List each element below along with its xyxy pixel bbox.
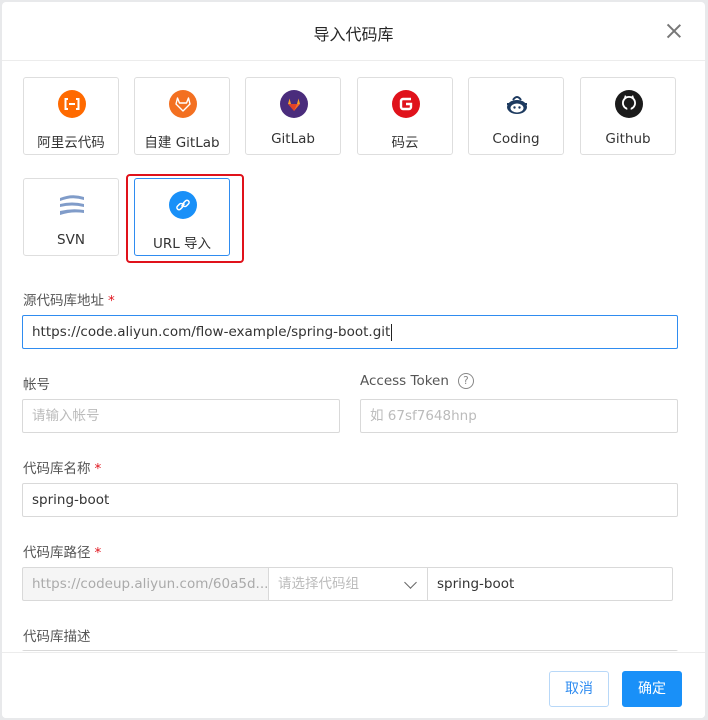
svn-icon: [60, 195, 84, 215]
source-card-label: 码云: [391, 135, 419, 151]
source-card-label: Coding: [492, 131, 540, 147]
required-mark: *: [108, 293, 115, 309]
selection-highlight: [126, 174, 244, 263]
help-icon[interactable]: ?: [457, 373, 474, 389]
repo-path-prefix: https://codeup.aliyun.com/60a5d...: [22, 567, 269, 601]
source-card-gitlab-self-hosted[interactable]: 自建 GitLab: [134, 77, 230, 155]
repo-name-input[interactable]: spring-boot: [22, 483, 678, 517]
account-placeholder: 请输入帐号: [32, 408, 100, 424]
import-repo-dialog: 导入代码库 阿里云代码 自建 GitLab GitLab 码云 Coding G…: [2, 2, 705, 718]
dialog-header: 导入代码库: [2, 2, 705, 61]
description-label: 代码库描述: [23, 629, 91, 645]
aliyun-icon: [58, 90, 86, 118]
code-group-placeholder: 请选择代码组: [278, 576, 359, 592]
source-url-input[interactable]: https://code.aliyun.com/flow-example/spr…: [22, 315, 678, 349]
source-card-gitlab[interactable]: GitLab: [245, 77, 341, 155]
source-card-label: Github: [605, 131, 651, 147]
code-group-select[interactable]: 请选择代码组: [269, 567, 428, 601]
access-token-label: Access Token?: [360, 373, 474, 389]
dialog-body: 阿里云代码 自建 GitLab GitLab 码云 Coding Github …: [2, 61, 705, 651]
cancel-button[interactable]: 取消: [549, 671, 609, 707]
required-mark: *: [94, 545, 102, 561]
repo-path-value: spring-boot: [437, 576, 515, 592]
account-label: 帐号: [23, 377, 50, 393]
source-card-label: 阿里云代码: [37, 135, 105, 151]
access-token-placeholder: 如 67sf7648hnp: [370, 408, 477, 424]
coding-icon: [507, 96, 527, 114]
gitlab-self-hosted-icon: [169, 90, 197, 118]
access-token-input[interactable]: 如 67sf7648hnp: [360, 399, 678, 433]
dialog-footer: 取消 确定: [2, 652, 705, 718]
confirm-button[interactable]: 确定: [622, 671, 682, 707]
repo-path-label: 代码库路径 *: [23, 545, 102, 561]
close-icon[interactable]: [665, 22, 683, 40]
dialog-title: 导入代码库: [313, 25, 394, 44]
source-card-label: GitLab: [271, 131, 315, 147]
account-input[interactable]: 请输入帐号: [22, 399, 340, 433]
text-cursor: [391, 323, 393, 341]
source-card-label: SVN: [57, 232, 85, 248]
chevron-down-icon: [404, 576, 417, 589]
repo-name-value: spring-boot: [32, 492, 110, 508]
source-card-gitee[interactable]: 码云: [357, 77, 453, 155]
repo-name-label: 代码库名称 *: [23, 461, 102, 477]
required-mark: *: [94, 461, 102, 477]
repo-path-input[interactable]: spring-boot: [427, 567, 673, 601]
source-card-coding[interactable]: Coding: [468, 77, 564, 155]
source-url-value: https://code.aliyun.com/flow-example/spr…: [32, 324, 391, 340]
source-url-label: 源代码库地址 *: [23, 293, 115, 309]
source-card-github[interactable]: Github: [580, 77, 676, 155]
gitee-icon: [392, 90, 420, 118]
github-icon: [615, 90, 643, 118]
source-card-label: 自建 GitLab: [144, 135, 220, 151]
source-card-svn[interactable]: SVN: [23, 178, 119, 256]
gitlab-icon: [280, 90, 308, 118]
source-card-aliyun[interactable]: 阿里云代码: [23, 77, 119, 155]
description-textarea[interactable]: [22, 650, 678, 651]
